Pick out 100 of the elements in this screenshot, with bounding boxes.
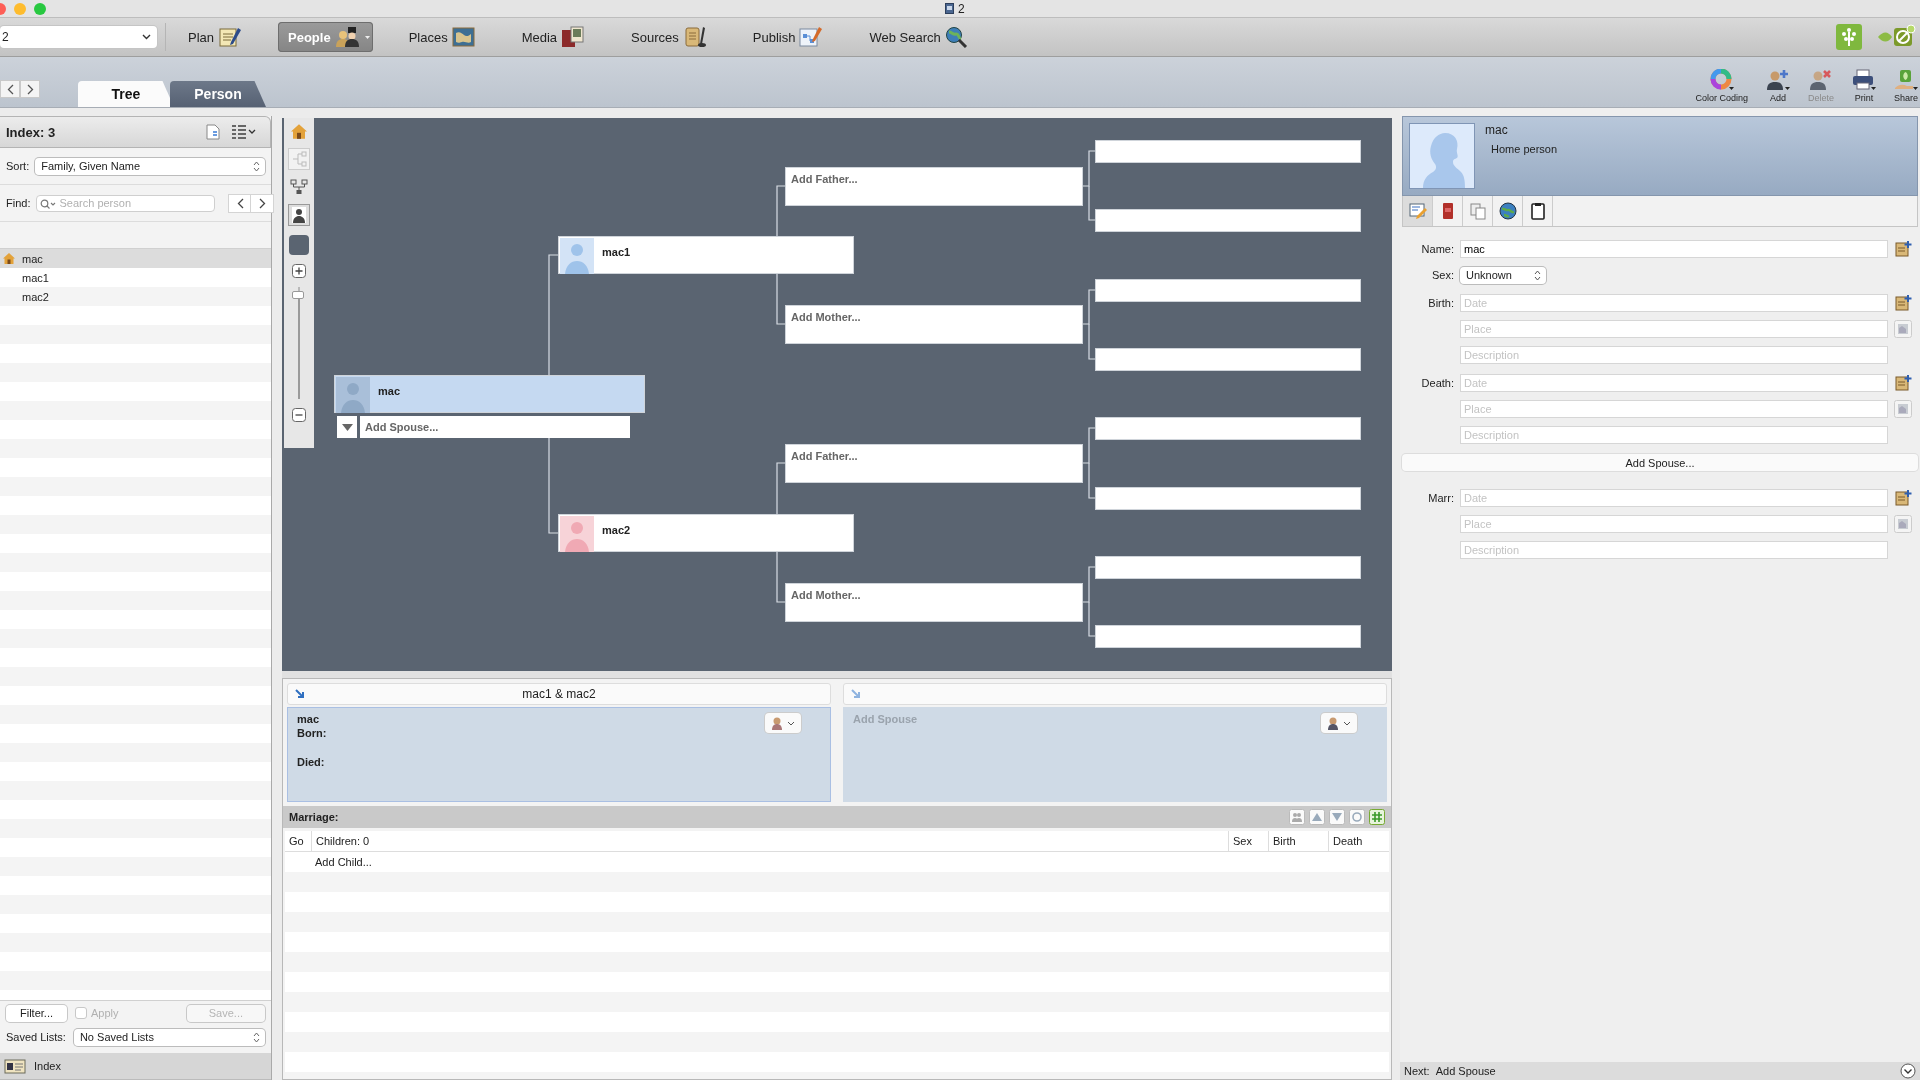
empty-node[interactable] <box>1095 487 1361 510</box>
person-row[interactable]: mac2 <box>0 287 271 306</box>
date-field[interactable]: Date <box>1460 294 1888 312</box>
index-footer[interactable]: Index <box>0 1053 271 1080</box>
slider-thumb[interactable] <box>292 290 304 299</box>
empty-node[interactable] <box>1095 556 1361 579</box>
map-icon[interactable] <box>1894 515 1912 533</box>
add-parent-node[interactable]: Add Mother... <box>785 305 1083 344</box>
zoom-in-icon[interactable] <box>292 264 306 278</box>
view-tab[interactable]: Person <box>170 81 266 107</box>
name-field[interactable]: mac <box>1460 240 1888 258</box>
place-field[interactable]: Place <box>1460 400 1888 418</box>
module-button[interactable]: Publish <box>742 22 834 52</box>
arrow-icon <box>294 688 306 700</box>
tree-icon[interactable] <box>1836 24 1862 50</box>
description-field[interactable]: Description <box>1460 541 1888 559</box>
toolbar-action[interactable]: Print <box>1851 69 1876 103</box>
empty-node[interactable] <box>1095 417 1361 440</box>
couple-icon[interactable] <box>1289 809 1305 825</box>
module-button[interactable]: Web Search <box>859 22 979 52</box>
person-row[interactable]: mac <box>0 249 271 268</box>
color-swatch[interactable] <box>289 235 309 255</box>
column-header[interactable]: Children: 0 <box>312 831 1229 851</box>
citation-add-icon[interactable] <box>1894 294 1912 312</box>
map-icon[interactable] <box>1894 400 1912 418</box>
add-parent-node[interactable]: Add Father... <box>785 444 1083 483</box>
add-spouse-button[interactable]: Add Spouse... <box>1402 454 1918 471</box>
toolbar-action[interactable]: Share <box>1893 69 1918 103</box>
empty-node[interactable] <box>1095 348 1361 371</box>
grid-icon[interactable] <box>1369 809 1385 825</box>
sort-select[interactable]: Family, Given Name <box>35 157 265 175</box>
zoom-out-icon[interactable] <box>292 408 306 422</box>
person-node[interactable]: mac <box>334 375 645 413</box>
arrow-icon <box>850 688 862 700</box>
add-parent-node[interactable]: Add Father... <box>785 167 1083 206</box>
empty-node[interactable] <box>1095 140 1361 163</box>
refresh-icon[interactable] <box>1349 809 1365 825</box>
filter-button[interactable]: Filter... <box>6 1004 67 1022</box>
previous-button[interactable] <box>229 194 252 212</box>
spouse-menu-button[interactable] <box>1321 713 1357 733</box>
column-header[interactable]: Go <box>285 831 312 851</box>
date-field[interactable]: Date <box>1460 489 1888 507</box>
toolbar-action[interactable]: Add <box>1765 69 1790 103</box>
place-field[interactable]: Place <box>1460 320 1888 338</box>
chart-icon[interactable] <box>288 148 310 170</box>
date-field[interactable]: Date <box>1460 374 1888 392</box>
toolbar-action[interactable]: Color Coding <box>1695 69 1748 103</box>
person-menu-button[interactable] <box>765 713 801 733</box>
index-card-icon <box>4 1058 26 1074</box>
chevron-icon <box>142 34 151 40</box>
minimize-dot[interactable] <box>14 2 26 15</box>
spouse-dropdown[interactable] <box>337 416 357 438</box>
person-icon[interactable] <box>288 204 310 226</box>
add-spouse-label: Add Spouse <box>853 713 918 725</box>
person-node[interactable]: mac2 <box>558 514 854 552</box>
next-button[interactable] <box>251 194 274 212</box>
document-icon[interactable] <box>206 124 220 140</box>
module-button[interactable]: Media <box>511 22 596 52</box>
sex-select[interactable]: Unknown <box>1460 266 1546 284</box>
citation-add-icon[interactable] <box>1894 489 1912 507</box>
move-up-icon[interactable] <box>1309 809 1325 825</box>
citation-add-icon[interactable] <box>1894 374 1912 392</box>
module-button[interactable]: Sources <box>621 22 717 52</box>
citation-add-icon[interactable] <box>1894 240 1912 258</box>
saved-lists-select[interactable]: No Saved Lists <box>73 1028 265 1046</box>
family-title: mac1 & mac2 <box>522 687 596 701</box>
map-icon[interactable] <box>1894 320 1912 338</box>
search-field[interactable]: Search person <box>36 194 216 212</box>
family-header[interactable]: mac1 & mac2 <box>287 683 831 705</box>
empty-node[interactable] <box>1095 209 1361 232</box>
place-field[interactable]: Place <box>1460 515 1888 533</box>
window-title: 2 <box>958 1 965 16</box>
add-parent-node[interactable]: Add Mother... <box>785 583 1083 622</box>
next-label: Next: <box>1404 1065 1430 1077</box>
list-view-icon[interactable] <box>232 125 256 139</box>
module-button[interactable]: Places <box>398 22 486 52</box>
empty-node[interactable] <box>1095 279 1361 302</box>
chevron-circle-icon[interactable] <box>1900 1063 1916 1079</box>
move-down-icon[interactable] <box>1329 809 1345 825</box>
home-icon <box>3 253 15 264</box>
hierarchy-icon[interactable] <box>290 179 308 195</box>
person-node[interactable]: mac1 <box>558 236 854 274</box>
description-field[interactable]: Description <box>1460 426 1888 444</box>
add-child-row[interactable]: Add Child... <box>315 856 372 868</box>
description-field[interactable]: Description <box>1460 346 1888 364</box>
person-delete-icon <box>1808 69 1833 91</box>
home-icon[interactable] <box>291 124 307 139</box>
empty-node[interactable] <box>1095 625 1361 648</box>
column-header[interactable]: Birth <box>1269 831 1329 851</box>
person-row[interactable]: mac1 <box>0 268 271 287</box>
column-header[interactable]: Death <box>1329 831 1389 851</box>
forward-button[interactable] <box>20 80 40 98</box>
chevron-left-icon <box>6 83 14 95</box>
column-header[interactable]: Sex <box>1229 831 1269 851</box>
module-button[interactable]: Plan <box>178 22 253 52</box>
add-spouse-node[interactable]: Add Spouse... <box>360 416 630 438</box>
person-card[interactable]: mac Born: Died: <box>287 707 831 802</box>
tree-select[interactable]: 2 <box>0 26 157 48</box>
back-button[interactable] <box>0 80 20 98</box>
zoom-dot[interactable] <box>34 2 46 15</box>
